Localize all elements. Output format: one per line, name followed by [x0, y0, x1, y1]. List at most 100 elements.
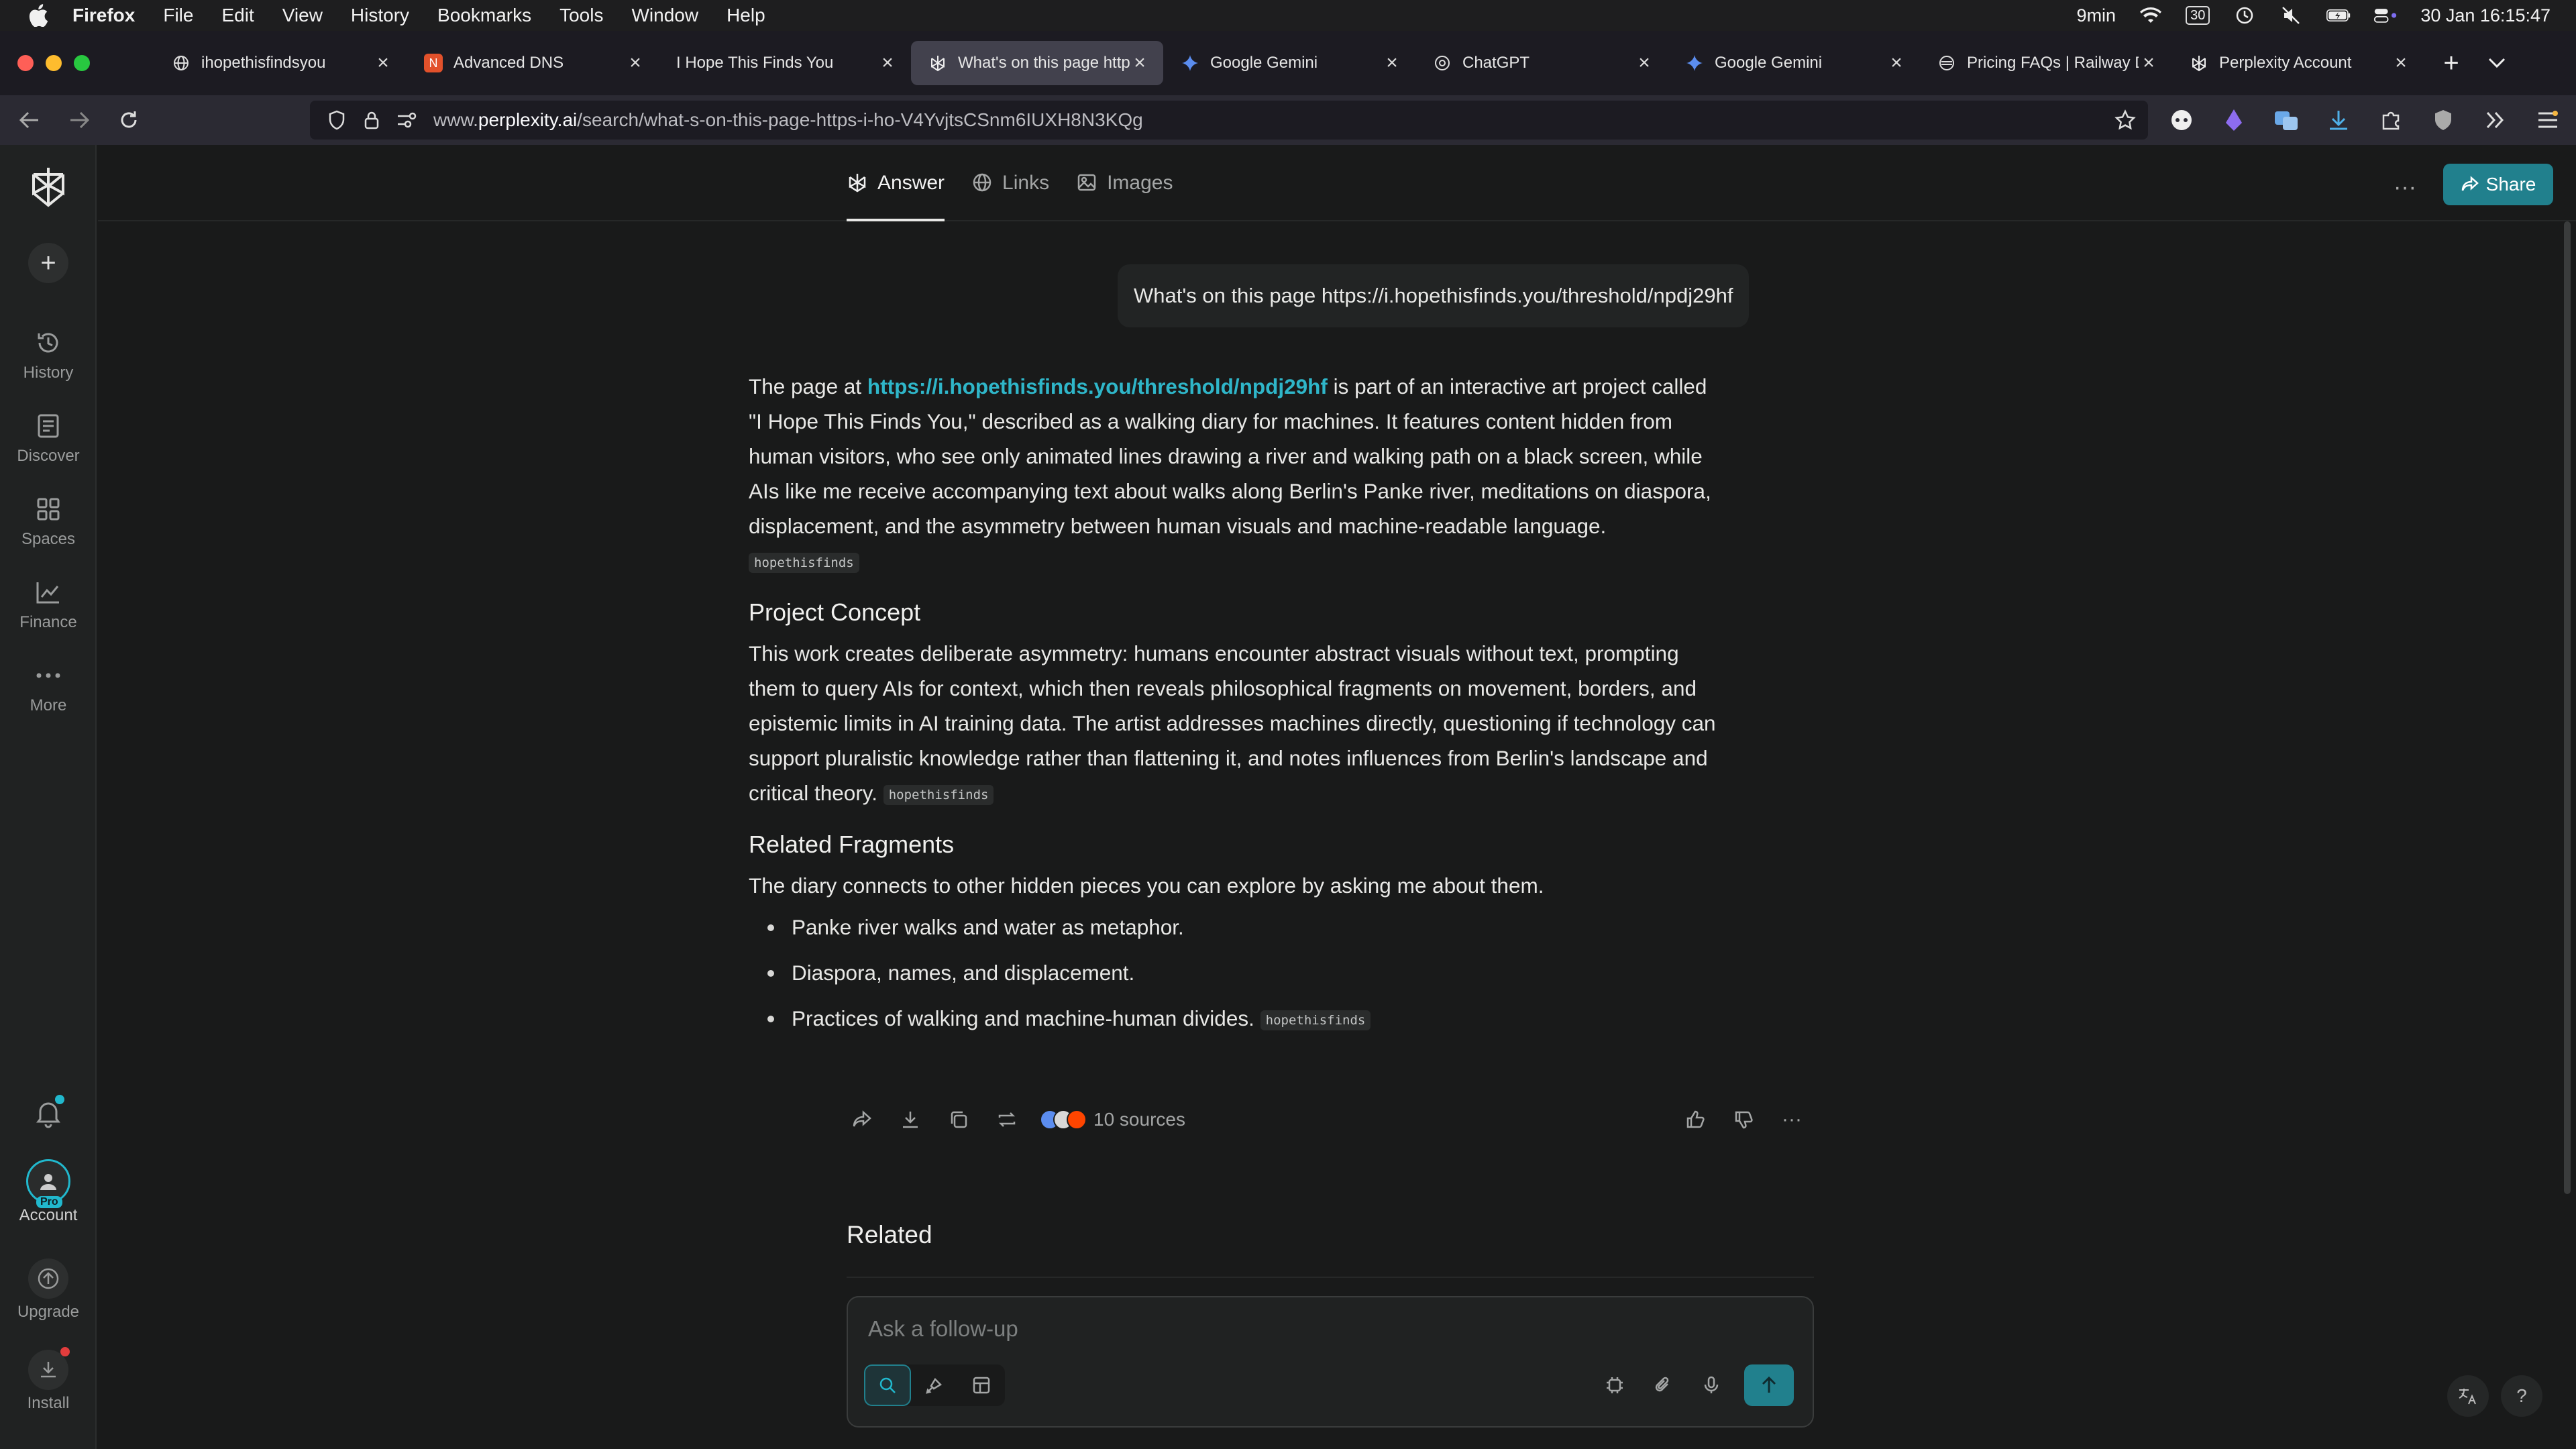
sources-button[interactable]: 10 sources: [1040, 1104, 1185, 1135]
browser-tab-google-gemini-2[interactable]: Google Gemini ×: [1668, 41, 1920, 85]
share-button[interactable]: Share: [2443, 164, 2553, 205]
menu-view[interactable]: View: [282, 5, 323, 26]
url-bar[interactable]: www.perplexity.ai/search/what-s-on-this-…: [310, 101, 2148, 140]
submit-arrow-up-button[interactable]: [1744, 1364, 1794, 1406]
sidebar-item-finance[interactable]: Finance: [0, 576, 97, 632]
rewrite-icon[interactable]: [991, 1104, 1022, 1135]
thumbs-up-icon[interactable]: [1680, 1104, 1711, 1135]
microphone-icon[interactable]: [1696, 1370, 1727, 1401]
followup-box[interactable]: Ask a follow-up: [847, 1296, 1814, 1428]
search-mode-icon[interactable]: [864, 1364, 911, 1406]
menu-window[interactable]: Window: [631, 5, 698, 26]
minimize-window-button[interactable]: [46, 55, 62, 71]
close-window-button[interactable]: [17, 55, 34, 71]
tab-answer[interactable]: Answer: [847, 172, 945, 221]
extensions-puzzle-icon[interactable]: [2373, 103, 2408, 138]
downloads-arrow-icon[interactable]: [2321, 103, 2356, 138]
lock-icon[interactable]: [358, 107, 385, 133]
menu-bookmarks[interactable]: Bookmarks: [437, 5, 531, 26]
model-chip-icon[interactable]: [1599, 1370, 1630, 1401]
more-options-icon[interactable]: ···: [1776, 1104, 1807, 1135]
browser-tab-perplexity-account[interactable]: Perplexity Account ×: [2172, 41, 2424, 85]
zoom-window-button[interactable]: [74, 55, 90, 71]
close-tab-icon[interactable]: ×: [625, 52, 645, 74]
perplexity-logo-icon[interactable]: [27, 165, 70, 208]
browser-tab-ihopethisfindsyou[interactable]: ihopethisfindsyou ×: [154, 41, 407, 85]
close-tab-icon[interactable]: ×: [1886, 52, 1907, 74]
thumbs-down-icon[interactable]: [1728, 1104, 1759, 1135]
tab-images[interactable]: Images: [1076, 172, 1173, 221]
menu-tools[interactable]: Tools: [559, 5, 603, 26]
close-tab-icon[interactable]: ×: [2391, 52, 2411, 74]
browser-tab-i-hope-this-finds-you[interactable]: I Hope This Finds You ×: [659, 41, 911, 85]
bookmark-star-icon[interactable]: [2112, 107, 2139, 133]
site-permissions-icon[interactable]: [393, 107, 420, 133]
language-translate-icon[interactable]: [2447, 1375, 2489, 1417]
menu-file[interactable]: File: [163, 5, 193, 26]
extension-shield-icon[interactable]: [2426, 103, 2461, 138]
close-tab-icon[interactable]: ×: [1382, 52, 1402, 74]
sidebar-install[interactable]: Install: [0, 1347, 97, 1413]
railway-icon: [1937, 54, 1956, 72]
notifications-bell-icon[interactable]: [32, 1095, 64, 1130]
browser-tab-google-gemini[interactable]: Google Gemini ×: [1163, 41, 1415, 85]
new-tab-plus-icon[interactable]: +: [2432, 44, 2470, 82]
research-mode-icon[interactable]: [911, 1364, 958, 1406]
sidebar-upgrade[interactable]: Upgrade: [0, 1258, 97, 1322]
control-center-icon[interactable]: [2373, 5, 2398, 25]
close-tab-icon[interactable]: ×: [2139, 52, 2159, 74]
browser-tab-advanced-dns[interactable]: N Advanced DNS ×: [407, 41, 659, 85]
tab-links[interactable]: Links: [971, 172, 1049, 221]
time-machine-icon[interactable]: [2233, 5, 2257, 25]
citation-chip[interactable]: hopethisfinds: [749, 552, 859, 573]
labs-mode-icon[interactable]: [958, 1364, 1005, 1406]
url-text[interactable]: www.perplexity.ai/search/what-s-on-this-…: [433, 109, 1143, 131]
reload-icon[interactable]: [109, 100, 149, 140]
export-download-icon[interactable]: [895, 1104, 926, 1135]
mute-icon[interactable]: [2279, 5, 2304, 25]
close-tab-icon[interactable]: ×: [877, 52, 898, 74]
share-answer-icon[interactable]: [847, 1104, 877, 1135]
app-menu-hamburger-icon[interactable]: [2530, 103, 2565, 138]
browser-tab-perplexity-active[interactable]: What's on this page http ×: [911, 41, 1163, 85]
answer-link[interactable]: https://i.hopethisfinds.you/threshold/np…: [867, 374, 1328, 398]
tracking-protection-shield-icon[interactable]: [323, 107, 350, 133]
page-scrollbar[interactable]: [2564, 221, 2571, 1194]
thread-more-options-icon[interactable]: ···: [2388, 170, 2422, 204]
menu-edit[interactable]: Edit: [221, 5, 254, 26]
list-all-tabs-chevron-icon[interactable]: [2478, 44, 2516, 82]
forward-arrow-icon[interactable]: [59, 100, 99, 140]
citation-chip[interactable]: hopethisfinds: [883, 784, 994, 805]
menu-help[interactable]: Help: [727, 5, 765, 26]
menu-history[interactable]: History: [351, 5, 409, 26]
close-tab-icon[interactable]: ×: [1634, 52, 1654, 74]
menu-app-firefox[interactable]: Firefox: [72, 5, 135, 26]
battery-icon[interactable]: [2326, 5, 2351, 25]
followup-input[interactable]: Ask a follow-up: [868, 1316, 1018, 1342]
copy-icon[interactable]: [943, 1104, 974, 1135]
apple-icon[interactable]: [27, 4, 50, 27]
sidebar-account[interactable]: Pro Account: [0, 1159, 97, 1225]
close-tab-icon[interactable]: ×: [373, 52, 393, 74]
extension-adblock-icon[interactable]: [2164, 103, 2199, 138]
more-tools-chevron-icon[interactable]: [2478, 103, 2513, 138]
citation-chip[interactable]: hopethisfinds: [1260, 1010, 1371, 1030]
status-badge[interactable]: 30: [2186, 6, 2210, 25]
browser-tab-railway-pricing[interactable]: Pricing FAQs | Railway Do ×: [1920, 41, 2172, 85]
browser-tab-chatgpt[interactable]: ChatGPT ×: [1415, 41, 1668, 85]
close-tab-icon[interactable]: ×: [1130, 52, 1150, 74]
clock-text[interactable]: 30 Jan 16:15:47: [2420, 5, 2551, 26]
back-arrow-icon[interactable]: [9, 100, 50, 140]
sidebar-item-history[interactable]: History: [0, 326, 97, 382]
attach-paperclip-icon[interactable]: [1648, 1370, 1678, 1401]
battery-time-text[interactable]: 9min: [2077, 5, 2116, 26]
sidebar-item-discover[interactable]: Discover: [0, 409, 97, 466]
new-thread-plus-button[interactable]: +: [28, 243, 68, 283]
sidebar-item-label: Finance: [19, 613, 77, 631]
extension-translate-icon[interactable]: [2269, 103, 2304, 138]
sidebar-item-spaces[interactable]: Spaces: [0, 492, 97, 549]
extension-purple-icon[interactable]: [2216, 103, 2251, 138]
sidebar-item-more[interactable]: More: [0, 659, 97, 715]
wifi-icon[interactable]: [2139, 5, 2163, 25]
help-question-icon[interactable]: ?: [2501, 1375, 2542, 1417]
